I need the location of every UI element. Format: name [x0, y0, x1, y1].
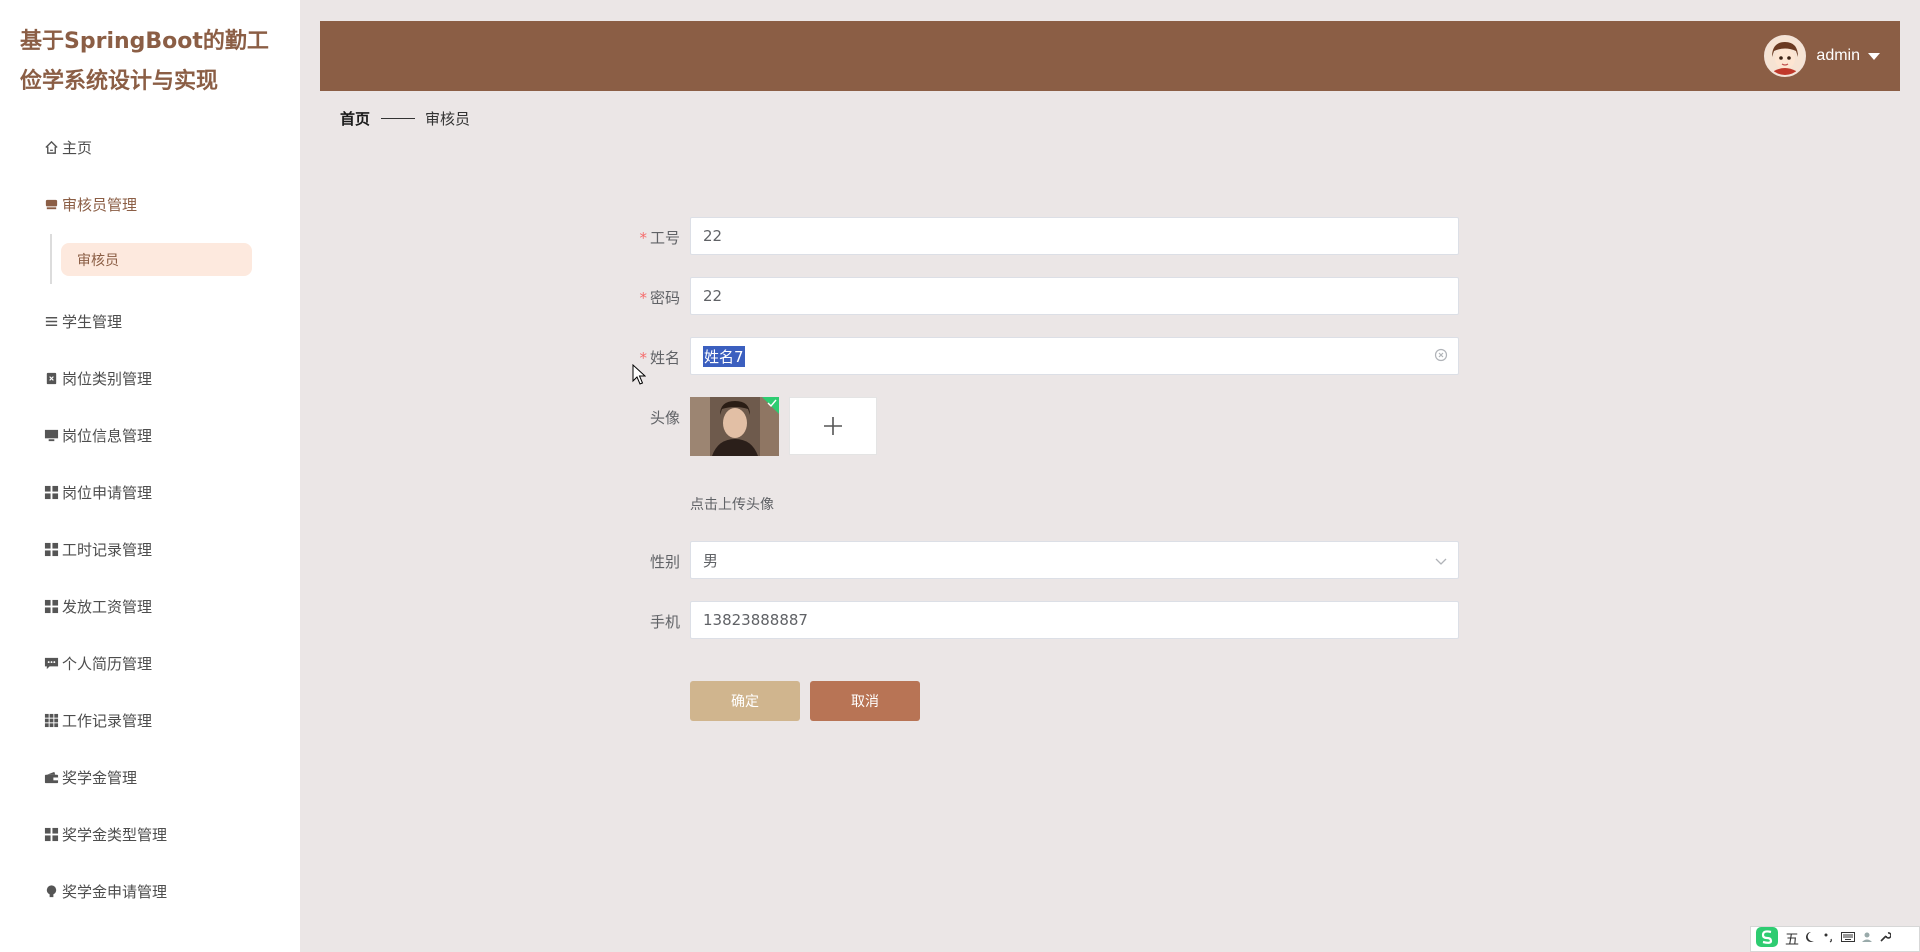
- sidebar-subitem-auditor[interactable]: 审核员: [61, 243, 252, 276]
- grid9-icon: [44, 713, 59, 728]
- home-icon: [44, 140, 59, 155]
- sidebar-item-label: 工时记录管理: [62, 540, 153, 559]
- sidebar-item-label: 个人简历管理: [62, 654, 153, 673]
- plus-icon: [824, 417, 842, 435]
- sidebar-item-label: 奖学金类型管理: [62, 825, 168, 844]
- required-mark: *: [639, 229, 647, 247]
- sidebar-item-label: 工作记录管理: [62, 711, 153, 730]
- gender-select[interactable]: 男: [690, 541, 1459, 579]
- sidebar: 基于SpringBoot的勤工俭学系统设计与实现 主页 审核员管理 审核员 学生…: [0, 0, 300, 952]
- name-selected-text: 姓名7: [703, 345, 745, 367]
- sidebar-item-work-record[interactable]: 工作记录管理: [44, 708, 152, 732]
- username: admin: [1816, 47, 1860, 64]
- avatar-thumbnail[interactable]: [690, 397, 779, 456]
- sidebar-item-label: 审核员管理: [62, 195, 138, 214]
- sidebar-item-auditor-mgmt[interactable]: 审核员管理: [44, 192, 137, 216]
- sidebar-item-job-application[interactable]: 岗位申请管理: [44, 480, 152, 504]
- sidebar-item-hours-record[interactable]: 工时记录管理: [44, 537, 152, 561]
- clipboard-icon: [44, 371, 59, 386]
- skin-icon[interactable]: [1861, 931, 1873, 947]
- confirm-button[interactable]: 确定: [690, 681, 800, 721]
- sidebar-item-label: 学生管理: [62, 312, 123, 331]
- sidebar-item-label: 岗位申请管理: [62, 483, 153, 502]
- breadcrumb-home[interactable]: 首页: [340, 108, 370, 129]
- sidebar-item-label: 岗位类别管理: [62, 369, 153, 388]
- upload-hint: 点击上传头像: [690, 497, 774, 513]
- sogou-logo-icon[interactable]: [1755, 926, 1779, 952]
- sidebar-item-job-category[interactable]: 岗位类别管理: [44, 366, 152, 390]
- wrench-icon[interactable]: [1879, 931, 1892, 947]
- name-label: * 姓名: [639, 349, 680, 367]
- sidebar-item-label: 奖学金申请管理: [62, 882, 168, 901]
- sidebar-item-scholarship-type[interactable]: 奖学金类型管理: [44, 822, 167, 846]
- wallet-icon: [44, 770, 59, 785]
- upload-button[interactable]: [789, 397, 877, 455]
- breadcrumb-separator: [381, 118, 416, 119]
- grid-icon: [44, 485, 59, 500]
- breadcrumb: 首页 审核员: [340, 108, 470, 129]
- phone-label: 手机: [649, 613, 680, 631]
- phone-input[interactable]: 13823888887: [690, 601, 1459, 639]
- grid-icon: [44, 827, 59, 842]
- app-title: 基于SpringBoot的勤工俭学系统设计与实现: [20, 29, 269, 94]
- cancel-button[interactable]: 取消: [810, 681, 920, 721]
- breadcrumb-current: 审核员: [425, 110, 471, 128]
- ime-mode[interactable]: 五: [1785, 929, 1799, 949]
- sidebar-item-label: 岗位信息管理: [62, 426, 153, 445]
- monitor-icon: [44, 428, 59, 443]
- sidebar-item-home[interactable]: 主页: [44, 135, 92, 159]
- user-menu[interactable]: admin: [1764, 33, 1880, 79]
- sidebar-item-label: 发放工资管理: [62, 597, 153, 616]
- ime-toolbar: 五: [1750, 926, 1920, 952]
- caret-down-icon: [1868, 52, 1880, 60]
- list-icon: [44, 314, 59, 329]
- name-input[interactable]: 姓名7: [690, 337, 1459, 375]
- id-label: * 工号: [639, 229, 680, 247]
- mouse-cursor-icon: [632, 363, 647, 390]
- avatar-label: 头像: [649, 409, 680, 427]
- avatar: [1764, 35, 1807, 77]
- grid-icon: [44, 599, 59, 614]
- moon-icon[interactable]: [1805, 931, 1817, 947]
- grid-icon: [44, 542, 59, 557]
- message-icon: [44, 656, 59, 671]
- chevron-down-icon: [1434, 554, 1448, 568]
- punctuation-icon[interactable]: [1823, 931, 1835, 947]
- bulb-icon: [44, 884, 59, 899]
- sidebar-item-label: 主页: [62, 138, 93, 157]
- sidebar-item-job-info[interactable]: 岗位信息管理: [44, 423, 152, 447]
- sidebar-item-student-mgmt[interactable]: 学生管理: [44, 309, 122, 333]
- required-mark: *: [639, 289, 647, 307]
- clear-icon[interactable]: [1434, 348, 1448, 362]
- top-header: admin: [320, 21, 1900, 91]
- sidebar-item-resume[interactable]: 个人简历管理: [44, 651, 152, 675]
- gender-label: 性别: [649, 553, 680, 571]
- keyboard-icon[interactable]: [1841, 931, 1855, 947]
- id-input[interactable]: 22: [690, 217, 1459, 255]
- user-icon: [44, 197, 59, 212]
- sidebar-item-scholarship[interactable]: 奖学金管理: [44, 765, 137, 789]
- sidebar-item-label: 奖学金管理: [62, 768, 138, 787]
- sidebar-item-scholarship-application[interactable]: 奖学金申请管理: [44, 879, 167, 903]
- sidebar-item-salary[interactable]: 发放工资管理: [44, 594, 152, 618]
- submenu-line: [50, 234, 52, 284]
- password-label: * 密码: [639, 289, 680, 307]
- password-input[interactable]: 22: [690, 277, 1459, 315]
